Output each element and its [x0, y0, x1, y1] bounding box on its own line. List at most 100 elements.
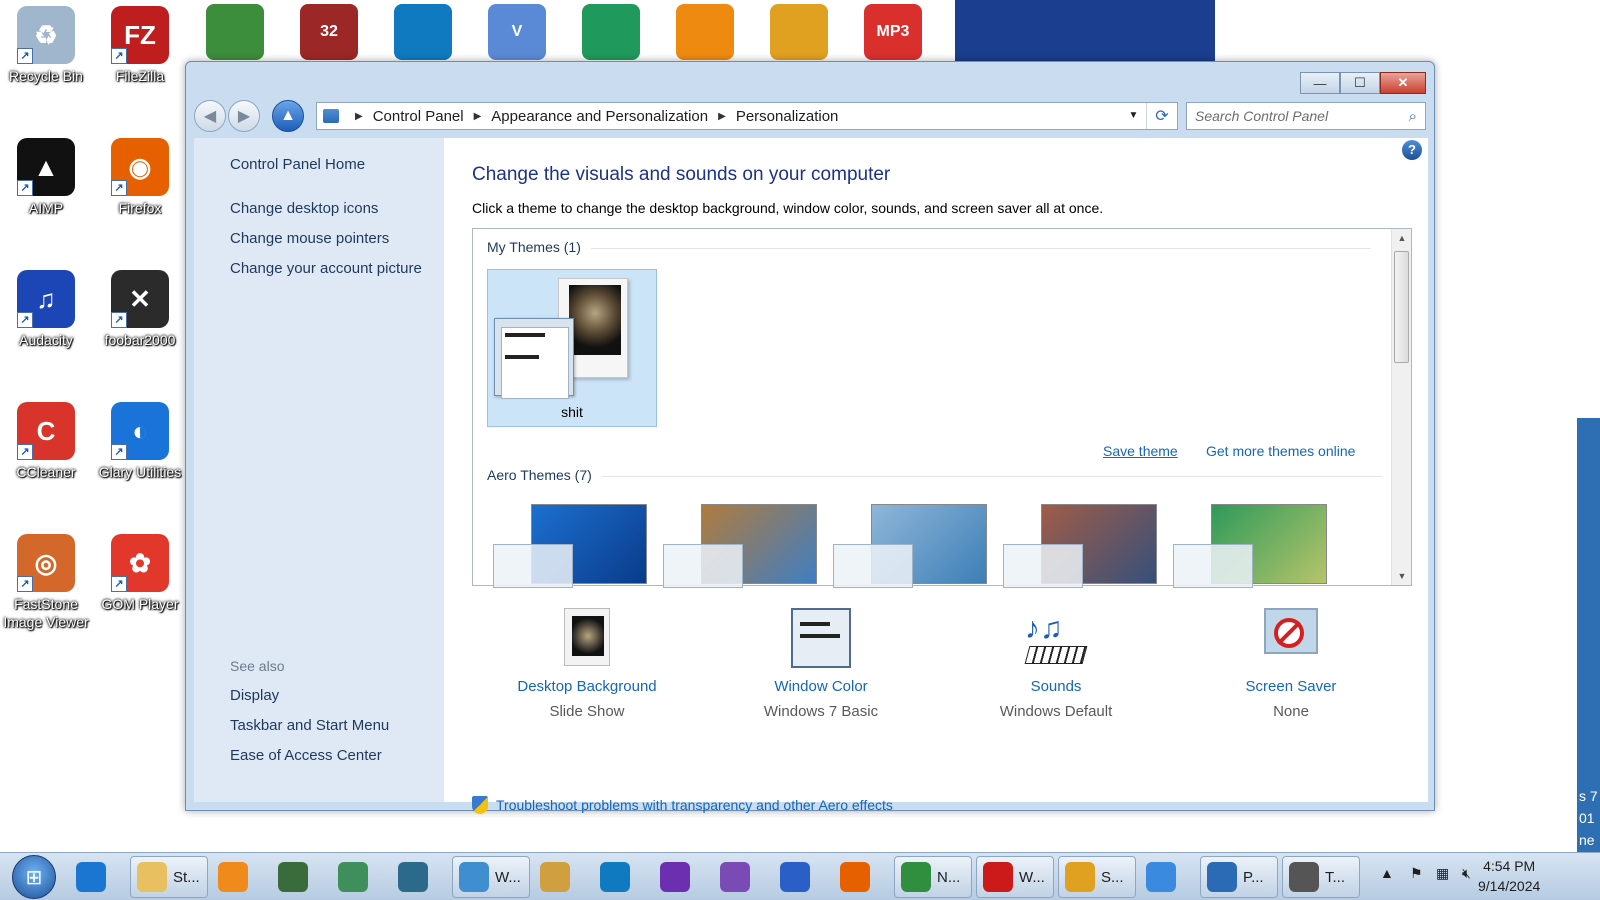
desktop-icon-game-32[interactable]: 32 — [300, 4, 358, 60]
sounds-value: Windows Default — [999, 703, 1113, 720]
aero-theme-tile[interactable] — [1173, 504, 1327, 588]
control-panel-home-link[interactable]: Control Panel Home — [230, 156, 365, 173]
sounds-option[interactable]: ♪♫ Sounds Windows Default — [961, 608, 1151, 721]
desktop-icon-faststone[interactable]: ◎ ↗ FastStone Image Viewer — [0, 534, 92, 631]
desktop-background-link[interactable]: Desktop Background — [492, 678, 682, 695]
back-button[interactable]: ◀ — [194, 100, 226, 132]
refresh-icon[interactable]: ⟳ — [1147, 106, 1177, 126]
start-button[interactable]: ⊞ — [12, 855, 56, 899]
aero-theme-tile[interactable] — [1003, 504, 1157, 588]
address-bar[interactable]: ▶ Control Panel ▶ Appearance and Persona… — [316, 102, 1178, 130]
right-strip-text-1: s 7 — [1579, 788, 1598, 804]
desktop-icon-foobar2000[interactable]: ✕ ↗ foobar2000 — [94, 270, 186, 349]
breadcrumb-appearance[interactable]: Appearance and Personalization — [491, 108, 708, 125]
aero-theme-tile[interactable] — [663, 504, 817, 588]
desktop-icon-filezilla[interactable]: FZ ↗ FileZilla — [94, 6, 186, 85]
show-hidden-icons-icon[interactable]: ▲ — [1380, 865, 1394, 881]
address-dropdown-icon[interactable]: ▼ — [1121, 103, 1147, 129]
theme-list-scrollbar[interactable]: ▲ ▼ — [1391, 229, 1411, 585]
taskbar-button-control-panel-p[interactable]: P... — [1200, 856, 1278, 898]
maximize-button[interactable]: ☐ — [1340, 72, 1380, 94]
up-button[interactable]: ▲ — [272, 100, 304, 132]
troubleshoot-text[interactable]: Troubleshoot problems with transparency … — [496, 797, 893, 813]
desktop-icon-glary-utilities[interactable]: ◐ ↗ Glary Utilities — [94, 402, 186, 481]
breadcrumb-control-panel[interactable]: Control Panel — [373, 108, 464, 125]
change-account-picture-link[interactable]: Change your account picture — [230, 260, 422, 277]
taskbar: ⊞ St... W... N... W... S... P... T... ▲ ⚑ ▦ 🔇︎… — [0, 852, 1600, 900]
scroll-up-icon[interactable]: ▲ — [1392, 233, 1412, 243]
taskbar-button-windows-flag[interactable] — [1140, 856, 1196, 898]
volume-muted-icon[interactable]: 🔇︎ — [1462, 865, 1471, 882]
breadcrumb-personalization[interactable]: Personalization — [736, 108, 839, 125]
taskbar-button-globe[interactable] — [332, 856, 388, 898]
display-link[interactable]: Display — [230, 687, 279, 704]
desktop-icon-chrome[interactable] — [206, 4, 264, 60]
desktop-icon-audacity[interactable]: ♫ ↗ Audacity — [0, 270, 92, 349]
action-center-flag-icon[interactable]: ⚑ — [1410, 865, 1423, 882]
theme-list[interactable]: My Themes (1) shit Save theme Get more t… — [472, 228, 1412, 588]
title-bar[interactable]: — ☐ ✕ — [186, 62, 1434, 102]
sounds-link[interactable]: Sounds — [961, 678, 1151, 695]
help-icon[interactable]: ? — [1402, 140, 1422, 160]
desktop-icon-vnc[interactable]: V — [488, 4, 546, 60]
breadcrumb-chevron-icon[interactable]: ▶ — [718, 111, 726, 122]
search-input[interactable]: Search Control Panel ⌕ — [1186, 102, 1426, 130]
change-desktop-icons-link[interactable]: Change desktop icons — [230, 200, 378, 217]
system-clock[interactable]: 4:54 PM 9/14/2024 — [1478, 856, 1540, 896]
notes-icon — [398, 862, 428, 892]
taskbar-button-label: P... — [1243, 868, 1264, 886]
taskbar-button-visual-studio[interactable] — [714, 856, 770, 898]
desktop-icon-recycle-bin[interactable]: ♻ ↗ Recycle Bin — [0, 6, 92, 85]
change-mouse-pointers-link[interactable]: Change mouse pointers — [230, 230, 389, 247]
breadcrumb-chevron-icon[interactable]: ▶ — [355, 111, 363, 122]
aero-theme-window-thumbnail — [493, 544, 573, 588]
taskbar-button-ie[interactable] — [70, 856, 126, 898]
desktop-icon-vlc[interactable] — [676, 4, 734, 60]
taskbar-button-yahoo[interactable] — [654, 856, 710, 898]
window-color-option[interactable]: Window Color Windows 7 Basic — [726, 608, 916, 720]
desktop-icon-hummingbird[interactable] — [582, 4, 640, 60]
taskbar-button-app-s[interactable]: S... — [1058, 856, 1136, 898]
taskbar-button-contacts-w[interactable]: W... — [452, 856, 530, 898]
desktop-icon-label: Recycle Bin — [9, 68, 83, 84]
taskbar-button-paint[interactable] — [534, 856, 590, 898]
desktop-icon-edge[interactable] — [394, 4, 452, 60]
taskbar-button-app-t[interactable]: T... — [1282, 856, 1360, 898]
opera-w-icon — [983, 862, 1013, 892]
desktop-icon-aimp[interactable]: ▲ ↗ AIMP — [0, 138, 92, 217]
taskbar-button-computer[interactable] — [272, 856, 328, 898]
aero-theme-tile[interactable] — [833, 504, 987, 588]
desktop-icon-mp3[interactable]: MP3 — [864, 4, 922, 60]
search-icon[interactable]: ⌕ — [1409, 108, 1417, 125]
taskbar-button-crystal[interactable] — [774, 856, 830, 898]
minimize-button[interactable]: — — [1300, 72, 1340, 94]
troubleshoot-aero-link[interactable]: Troubleshoot problems with transparency … — [472, 796, 893, 814]
taskbar-button-edge[interactable] — [594, 856, 650, 898]
taskbar-button-chrome-n[interactable]: N... — [894, 856, 972, 898]
screen-saver-link[interactable]: Screen Saver — [1196, 678, 1386, 695]
desktop-icon-ccleaner[interactable]: C ↗ CCleaner — [0, 402, 92, 481]
desktop-background-option[interactable]: Desktop Background Slide Show — [492, 608, 682, 720]
screen-saver-option[interactable]: Screen Saver None — [1196, 608, 1386, 720]
taskbar-button-firefox[interactable] — [834, 856, 890, 898]
taskbar-button-opera-w[interactable]: W... — [976, 856, 1054, 898]
my-theme-tile[interactable]: shit — [487, 269, 657, 427]
desktop-icon-gom-player[interactable]: ✿ ↗ GOM Player — [94, 534, 186, 613]
scrollbar-thumb[interactable] — [1394, 251, 1409, 363]
taskbar-button-explorer-st[interactable]: St... — [130, 856, 208, 898]
close-button[interactable]: ✕ — [1380, 72, 1426, 94]
desktop-icon-picasa[interactable] — [770, 4, 828, 60]
forward-button[interactable]: ▶ — [228, 100, 260, 132]
breadcrumb-chevron-icon[interactable]: ▶ — [474, 111, 482, 122]
window-color-link[interactable]: Window Color — [726, 678, 916, 695]
ease-of-access-link[interactable]: Ease of Access Center — [230, 747, 382, 764]
desktop-icon-firefox[interactable]: ◉ ↗ Firefox — [94, 138, 186, 217]
save-theme-link[interactable]: Save theme — [1103, 443, 1178, 459]
get-more-themes-link[interactable]: Get more themes online — [1206, 443, 1355, 459]
network-icon[interactable]: ▦ — [1436, 865, 1449, 882]
aero-theme-tile[interactable] — [493, 504, 647, 588]
scroll-down-icon[interactable]: ▼ — [1392, 571, 1412, 581]
taskbar-button-media-player[interactable] — [212, 856, 268, 898]
taskbar-button-notes[interactable] — [392, 856, 448, 898]
taskbar-start-menu-link[interactable]: Taskbar and Start Menu — [230, 717, 389, 734]
